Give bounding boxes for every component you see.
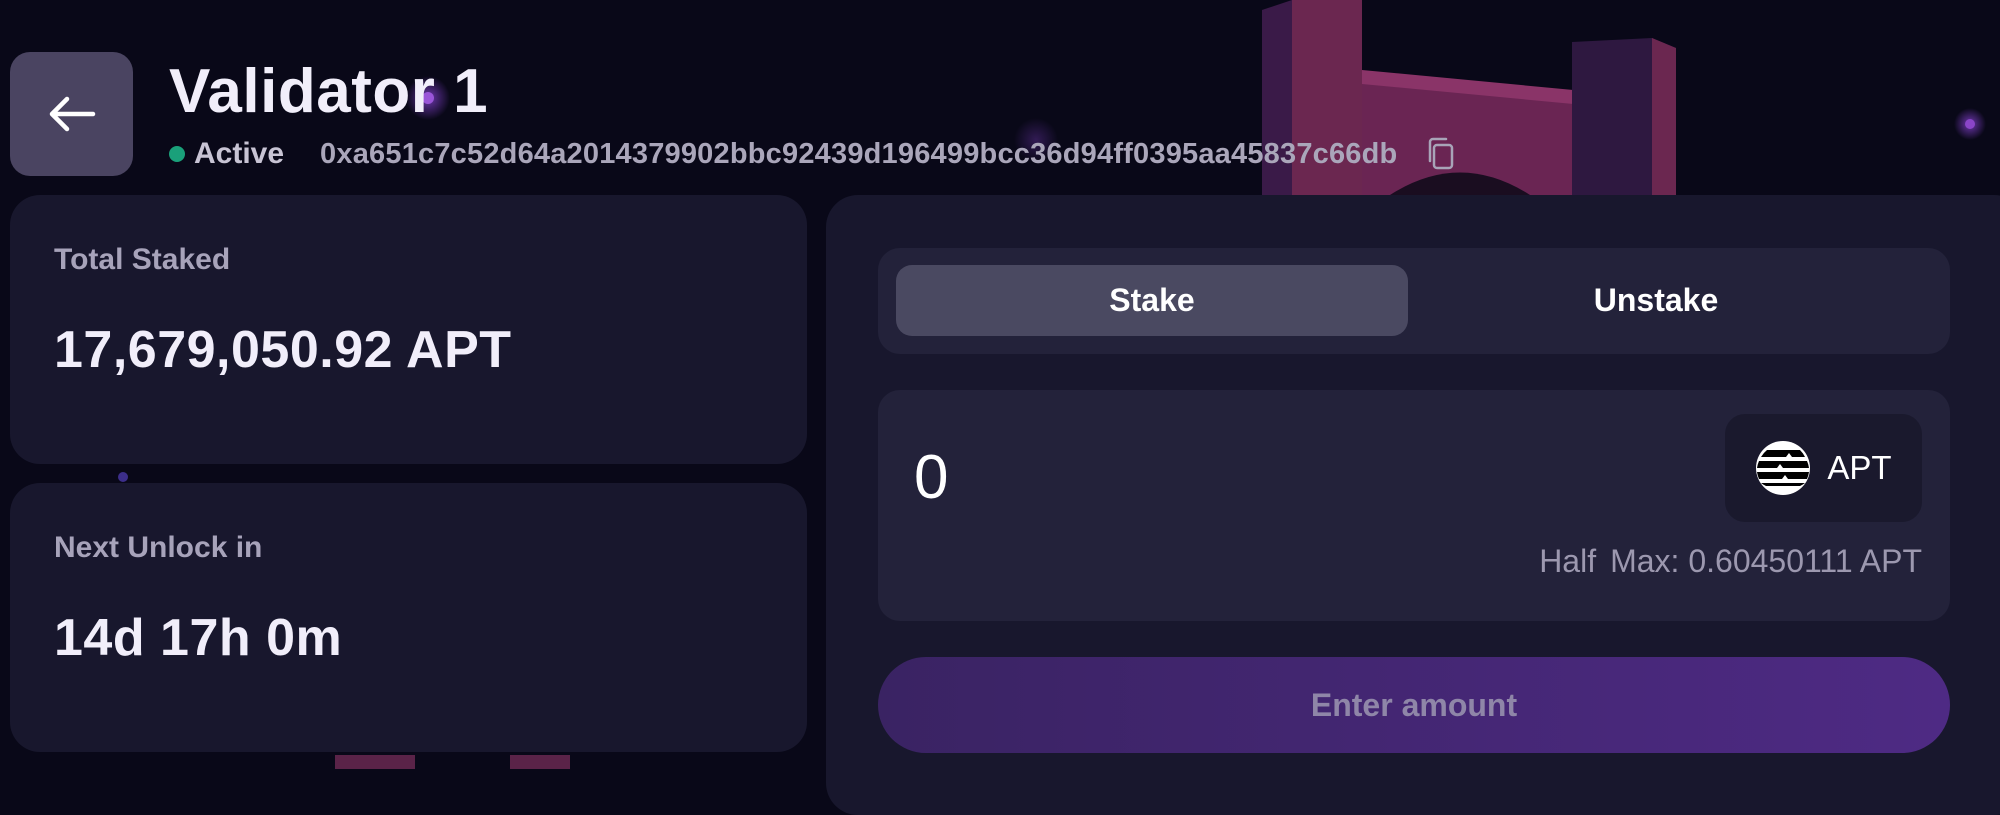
next-unlock-card: Next Unlock in 14d 17h 0m	[10, 483, 807, 752]
validator-info-row: Active 0xa651c7c52d64a2014379902bbc92439…	[169, 134, 1459, 174]
balance-row: Half Max: 0.60450111 APT	[1539, 543, 1922, 580]
copy-icon[interactable]	[1425, 136, 1459, 172]
arrow-left-icon	[49, 96, 95, 132]
max-button[interactable]: Max: 0.60450111 APT	[1610, 543, 1922, 580]
status-badge: Active	[194, 137, 285, 170]
half-button[interactable]: Half	[1539, 543, 1596, 580]
token-label: APT	[1827, 449, 1892, 486]
total-staked-value: 17,679,050.92 APT	[54, 321, 512, 379]
next-unlock-value: 14d 17h 0m	[54, 609, 343, 667]
next-unlock-label: Next Unlock in	[54, 531, 263, 564]
total-staked-label: Total Staked	[54, 243, 231, 276]
validator-address: 0xa651c7c52d64a2014379902bbc92439d196499…	[320, 137, 1398, 170]
back-button[interactable]	[10, 52, 133, 176]
token-selector[interactable]: APT	[1725, 414, 1922, 522]
total-staked-card: Total Staked 17,679,050.92 APT	[10, 195, 807, 464]
submit-button[interactable]: Enter amount	[878, 657, 1950, 753]
stake-tabs: Stake Unstake	[878, 248, 1950, 354]
aptos-logo-icon	[1756, 441, 1811, 495]
stake-panel: Stake Unstake APT Half Max: 0.60450111 A…	[826, 195, 2000, 815]
tab-unstake[interactable]: Unstake	[1400, 265, 1912, 336]
tab-stake[interactable]: Stake	[896, 265, 1408, 336]
amount-box: APT Half Max: 0.60450111 APT	[878, 390, 1950, 621]
amount-input[interactable]	[914, 432, 1614, 522]
status-dot-icon	[169, 146, 185, 162]
page-title: Validator 1	[169, 57, 489, 126]
